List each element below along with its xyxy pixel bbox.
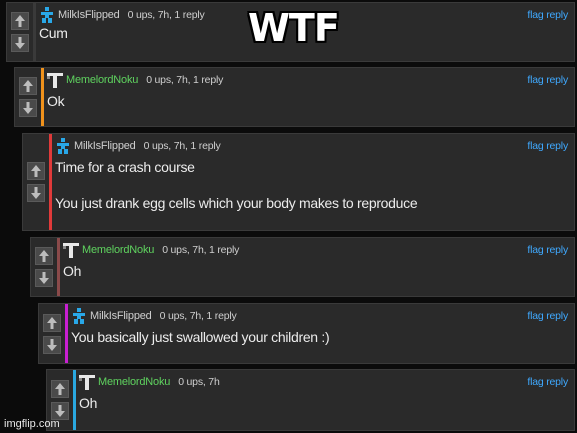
flag-link[interactable]: flag [527, 140, 543, 152]
vote-controls [23, 134, 49, 230]
down-arrow-icon [55, 405, 65, 417]
memelord-avatar-icon [47, 73, 63, 88]
comment-meta: 0 ups, 7h, 1 reply [146, 74, 224, 86]
flag-link[interactable]: flag [527, 376, 543, 388]
username-link[interactable]: MemelordNoku [98, 376, 170, 388]
comment-meta: 0 ups, 7h [178, 376, 220, 388]
comment-meta: 0 ups, 7h, 1 reply [143, 140, 221, 152]
username-link[interactable]: MilkIsFlipped [58, 9, 120, 21]
up-arrow-icon [55, 383, 65, 395]
milk-avatar-icon [57, 138, 69, 154]
upvote-button[interactable] [19, 77, 37, 95]
comment: MemelordNoku 0 ups, 7h flag reply Oh [46, 369, 575, 431]
comment-text: You just drank egg cells which your body… [55, 195, 418, 211]
comment-text: Oh [63, 263, 82, 279]
flag-link[interactable]: flag [527, 9, 543, 21]
downvote-button[interactable] [11, 34, 29, 52]
reply-link[interactable]: reply [546, 244, 568, 256]
memelord-avatar-icon [79, 375, 95, 390]
upvote-button[interactable] [11, 12, 29, 30]
vote-controls [15, 68, 41, 126]
upvote-button[interactable] [43, 313, 61, 332]
comment-meta: 0 ups, 7h, 1 reply [159, 310, 237, 322]
reply-link[interactable]: reply [546, 74, 568, 86]
downvote-button[interactable] [27, 184, 45, 202]
comment-text: Ok [47, 93, 65, 109]
username-link[interactable]: MilkIsFlipped [90, 310, 152, 322]
up-arrow-icon [15, 15, 25, 27]
comment-text: Oh [79, 395, 98, 411]
comment: MemelordNoku 0 ups, 7h, 1 reply flag rep… [14, 67, 575, 127]
reply-link[interactable]: reply [546, 140, 568, 152]
thread-bar [33, 3, 36, 61]
up-arrow-icon [31, 165, 41, 177]
username-link[interactable]: MemelordNoku [66, 74, 138, 86]
up-arrow-icon [47, 316, 57, 329]
reply-link[interactable]: reply [546, 310, 568, 322]
comment: MilkIsFlipped 0 ups, 7h, 1 reply flag re… [22, 133, 575, 231]
down-arrow-icon [31, 187, 41, 199]
down-arrow-icon [15, 37, 25, 49]
thread-bar [73, 370, 76, 430]
downvote-button[interactable] [35, 269, 53, 287]
vote-controls [7, 3, 33, 61]
vote-controls [31, 238, 57, 296]
upvote-button[interactable] [27, 162, 45, 180]
up-arrow-icon [39, 250, 49, 262]
watermark: imgflip.com [4, 418, 60, 430]
comment-meta: 0 ups, 7h, 1 reply [127, 9, 205, 21]
comment-text: You basically just swallowed your childr… [71, 329, 330, 345]
up-arrow-icon [23, 80, 33, 92]
meme-caption: WTF [248, 6, 340, 50]
flag-link[interactable]: flag [527, 310, 543, 322]
upvote-button[interactable] [51, 380, 69, 398]
downvote-button[interactable] [43, 335, 61, 354]
upvote-button[interactable] [35, 247, 53, 265]
thread-bar [49, 134, 52, 230]
comment-text: Time for a crash course [55, 159, 195, 175]
username-link[interactable]: MilkIsFlipped [74, 140, 136, 152]
reply-link[interactable]: reply [546, 376, 568, 388]
reply-link[interactable]: reply [546, 9, 568, 21]
thread-bar [57, 238, 60, 296]
memelord-avatar-icon [63, 243, 79, 258]
comment: MemelordNoku 0 ups, 7h, 1 reply flag rep… [30, 237, 575, 297]
milk-avatar-icon [41, 7, 53, 23]
flag-link[interactable]: flag [527, 244, 543, 256]
flag-link[interactable]: flag [527, 74, 543, 86]
down-arrow-icon [47, 338, 57, 351]
comment: MilkIsFlipped 0 ups, 7h, 1 reply flag re… [38, 303, 575, 364]
vote-controls [39, 304, 65, 363]
down-arrow-icon [23, 102, 33, 114]
comment-meta: 0 ups, 7h, 1 reply [162, 244, 240, 256]
milk-avatar-icon [73, 308, 85, 324]
down-arrow-icon [39, 272, 49, 284]
thread-bar [65, 304, 68, 363]
username-link[interactable]: MemelordNoku [82, 244, 154, 256]
thread-bar [41, 68, 44, 126]
downvote-button[interactable] [19, 99, 37, 117]
